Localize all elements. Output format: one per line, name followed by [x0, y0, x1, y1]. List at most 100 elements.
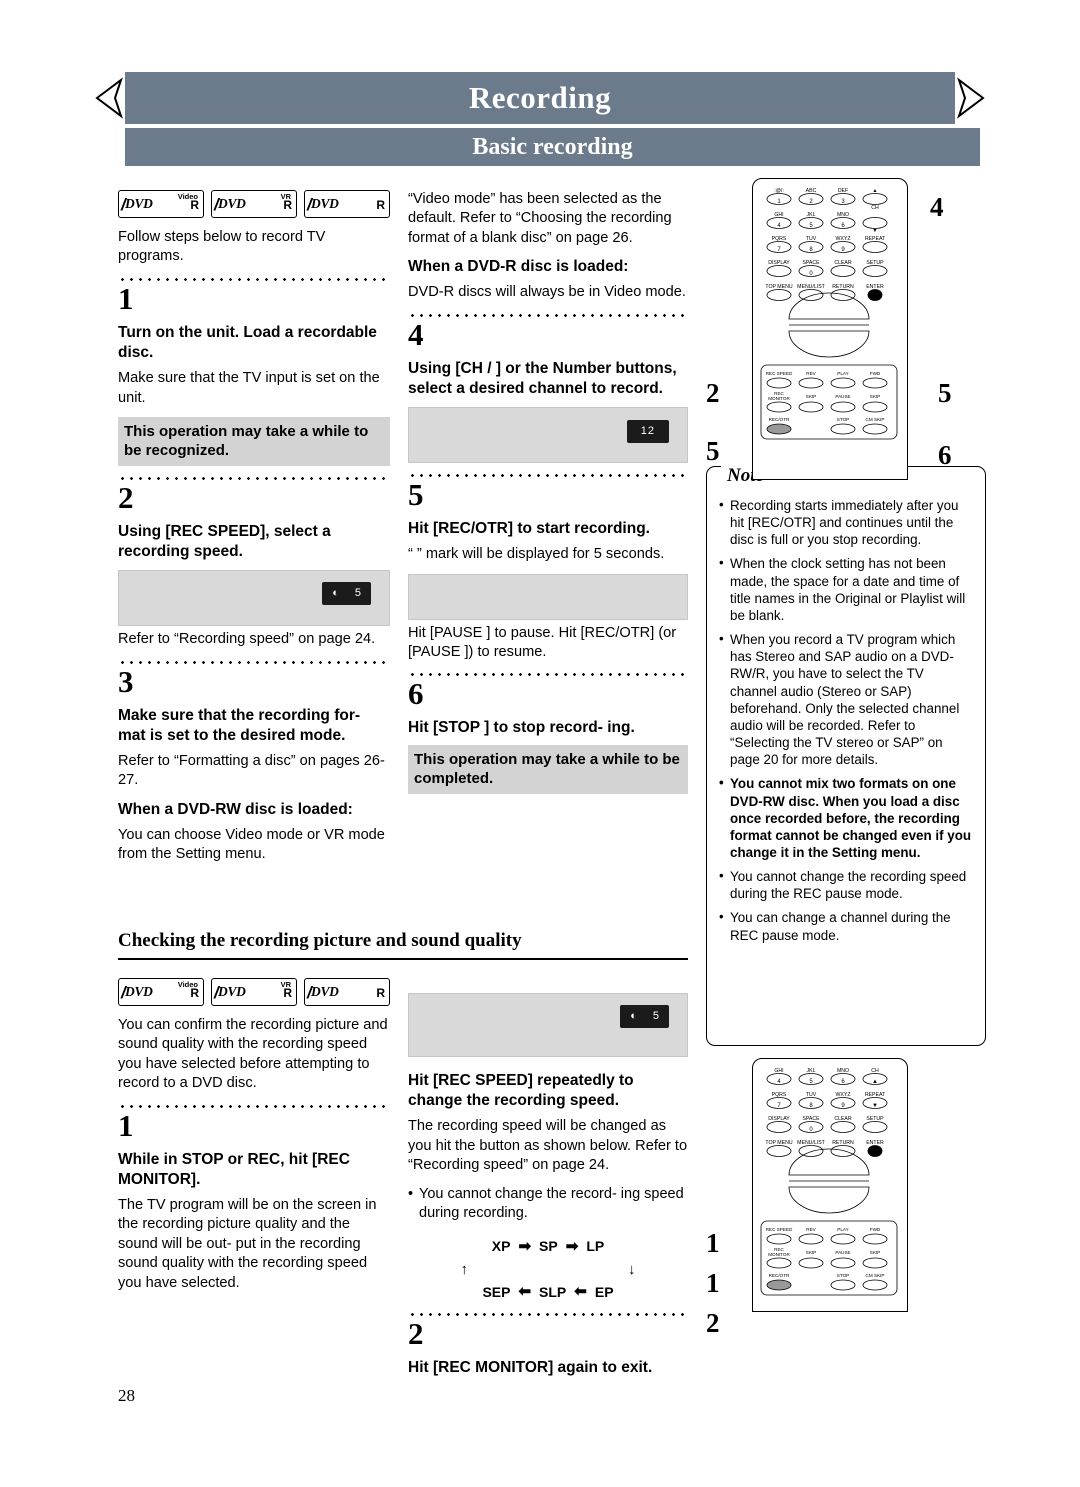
- section-title-banner: Basic recording: [125, 128, 980, 166]
- note-item-bold: You cannot mix two formats on one DVD-RW…: [719, 774, 973, 861]
- callout-5b: 5: [706, 436, 720, 466]
- key-label: REC SPEED: [766, 371, 793, 376]
- logo-r: R: [190, 198, 199, 213]
- key-label: ENTER: [866, 284, 884, 290]
- remote-bottom-graphic: GHI JKL MNO CH PQRS TUV WXYZ REPEAT DISP…: [760, 1068, 898, 1296]
- step1-heading: Turn on the unit. Load a recordable disc…: [118, 323, 377, 361]
- section2-intro: You can confirm the recording picture an…: [118, 1017, 388, 1092]
- key-label: TUV: [806, 1092, 817, 1098]
- step-number-5: 5: [408, 477, 424, 513]
- note-item: You cannot change the recording speed du…: [719, 867, 973, 902]
- section2-step-number-1: 1: [118, 1107, 134, 1143]
- callout-bottom-2: 2: [706, 1308, 720, 1338]
- page-title: Recording: [468, 80, 612, 115]
- step5-body2: Hit [PAUSE ] to pause. Hit [REC/OTR] (or…: [408, 624, 677, 660]
- key-label: CH: [871, 1068, 879, 1074]
- section2-step2-heading: Hit [REC MONITOR] again to exit.: [408, 1359, 653, 1377]
- header-band: Recording: [125, 72, 955, 124]
- arrow-down-icon: ↓: [628, 1260, 636, 1278]
- callout-2: 2: [706, 378, 720, 408]
- note-item: When the clock setting has not been made…: [719, 554, 973, 624]
- key-label: FWD: [870, 371, 881, 376]
- key-label: DISPLAY: [768, 1116, 790, 1122]
- section2-middle-column: ◐ 5 Hit [REC SPEED] repeatedly to change…: [408, 985, 688, 1384]
- note-item: When you record a TV program which has S…: [719, 630, 973, 768]
- step5-body: “ ” mark will be displayed for 5 seconds…: [408, 546, 665, 563]
- step6-highlight: This operation may take a while to be co…: [408, 744, 688, 794]
- disc-logo-dvd-vr-r: / DVD VR R: [211, 190, 297, 218]
- osd-screen-channel: 12: [408, 407, 688, 464]
- osd-disc-icon-2: ◐: [630, 1010, 637, 1022]
- key-label: SETUP: [866, 260, 884, 266]
- logo-main: DVD: [311, 196, 339, 211]
- step-number-3: 3: [118, 663, 134, 699]
- key-label: GHI: [774, 1068, 783, 1074]
- callout-6: 6: [938, 440, 952, 470]
- disc-logo-dvd-video-r-2: / DVD Video R: [118, 978, 204, 1006]
- logo-main: DVD: [218, 984, 246, 999]
- key-label: TOP MENU: [765, 284, 792, 290]
- note-list: Recording starts immediately after you h…: [719, 496, 973, 944]
- logo-main: DVD: [218, 196, 246, 211]
- key-label: REPEAT: [865, 236, 886, 242]
- arrow-up-icon: ↑: [460, 1260, 469, 1278]
- speed-row-top: XP ➡ SP ➡ LP: [408, 1237, 688, 1257]
- key-label: SKIP: [870, 1250, 880, 1255]
- key-label: MNO: [837, 1068, 849, 1074]
- speed-row-vertical-arrows: ↑ ↓: [461, 1260, 636, 1280]
- key-label: PLAY: [837, 371, 848, 376]
- logo-r: R: [190, 986, 199, 1001]
- logo-r: R: [283, 986, 292, 1001]
- key-label: REC/OTR: [769, 417, 790, 422]
- key-label: MONITOR: [768, 1252, 790, 1257]
- section2-step-number-2: 2: [408, 1316, 424, 1352]
- page-header: Recording: [95, 72, 985, 124]
- osd-speed-value-2: 5: [652, 1010, 659, 1022]
- arrow-right-icon: ➡: [565, 1237, 579, 1255]
- speed-row-bottom: SEP ⬅ SLP ⬅ EP: [408, 1282, 688, 1302]
- osd-disc-icon: ◐: [332, 587, 339, 600]
- step1-body: Make sure that the TV input is set on th…: [118, 370, 380, 406]
- note-item: You can change a channel during the REC …: [719, 908, 973, 943]
- rec-speed-body: The recording speed will be changed as y…: [408, 1118, 688, 1174]
- section2-title: Checking the recording picture and sound…: [118, 930, 688, 960]
- callout-4: 4: [930, 192, 944, 222]
- logo-main: DVD: [125, 196, 153, 211]
- disc-logo-group-2: / DVD Video R / DVD VR R / DVD R: [118, 978, 390, 1006]
- callout-bottom-1b: 1: [706, 1268, 720, 1298]
- key-label: JKL: [807, 212, 816, 218]
- step4-heading: Using [CH / ] or the Number buttons, sel…: [408, 359, 677, 397]
- key-label: FWD: [870, 1227, 881, 1232]
- speed-ep: EP: [594, 1284, 614, 1300]
- column1-intro: Follow steps below to record TV programs…: [118, 229, 326, 265]
- key-label: STOP: [837, 417, 849, 422]
- dotted-divider: [408, 312, 688, 317]
- key-label: DISPLAY: [768, 260, 790, 266]
- section2-step1-body: The TV program will be on the screen in …: [118, 1196, 377, 1291]
- column2-intro: “Video mode” has been selected as the de…: [408, 191, 672, 246]
- key-label: MONITOR: [768, 396, 790, 401]
- note-content: Recording starts immediately after you h…: [719, 496, 973, 951]
- logo-main: DVD: [311, 984, 339, 999]
- step3-body2: You can choose Video mode or VR mode fro…: [118, 826, 385, 863]
- key-label: REV: [806, 371, 816, 376]
- rec-speed-bullet-text: You cannot change the record- ing speed …: [419, 1185, 684, 1221]
- key-label: SPACE: [802, 260, 820, 266]
- step2-body: Refer to “Recording speed” on page 24.: [118, 631, 376, 648]
- dotted-divider: [408, 1312, 688, 1317]
- step3-heading: Make sure that the recording for- mat is…: [118, 706, 361, 744]
- step-number-6: 6: [408, 676, 424, 712]
- osd-screen-monitor: ◐ 5: [408, 993, 688, 1057]
- step1-highlight: This operation may take a while to be re…: [118, 416, 390, 466]
- remote-top-graphic: :@/: ABC DEF ▲ GHI JKL MNO CH PQRS TUV W…: [760, 188, 898, 440]
- osd-badge-2: ◐ 5: [620, 1005, 669, 1028]
- key-label: TOP MENU: [765, 1140, 792, 1146]
- key-label: SKIP: [806, 394, 816, 399]
- dotted-divider: [118, 1103, 390, 1108]
- dotted-divider: [118, 475, 390, 480]
- callout-bottom-1a: 1: [706, 1228, 720, 1258]
- key-label: PQRS: [772, 1092, 787, 1098]
- disc-logo-group: / DVD Video R / DVD VR R / DVD R: [118, 190, 390, 218]
- speed-sep: SEP: [482, 1284, 511, 1300]
- osd-screen-rec-speed: ◐ 5: [118, 570, 390, 627]
